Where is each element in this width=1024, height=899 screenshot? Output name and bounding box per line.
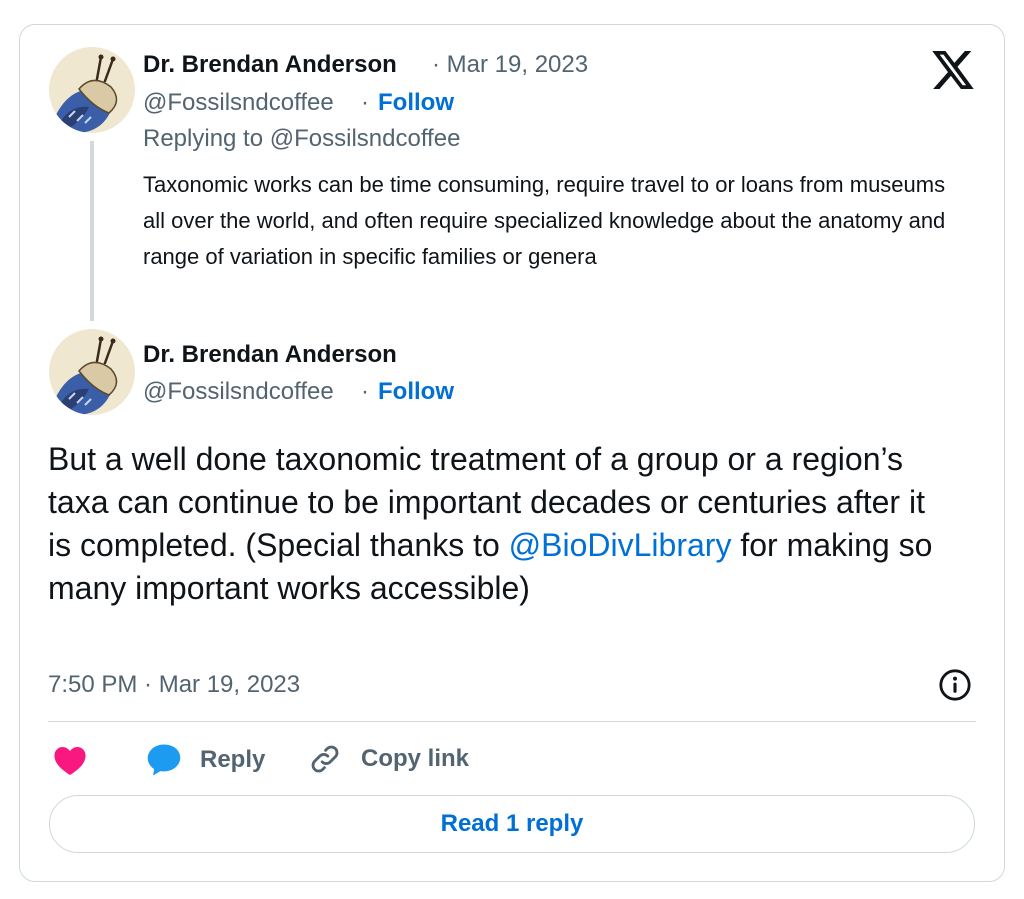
reply-bubble-icon [147, 744, 181, 776]
handle-separator: · [361, 89, 369, 116]
author-name[interactable]: Dr. Brendan Anderson [143, 341, 397, 369]
divider [48, 721, 976, 722]
handle-separator: · [361, 378, 369, 405]
reply-label: Reply [200, 746, 266, 773]
tweet-date[interactable]: · Mar 19, 2023 [432, 51, 588, 79]
like-button[interactable] [53, 744, 87, 776]
read-replies-button[interactable]: Read 1 reply [49, 795, 975, 853]
avatar[interactable] [49, 329, 135, 415]
tweet-timestamp[interactable]: 7:50 PM · Mar 19, 2023 [48, 671, 300, 699]
link-icon [311, 745, 339, 773]
heart-icon [54, 746, 86, 776]
author-handle[interactable]: @Fossilsndcoffee [143, 89, 334, 117]
reply-tweet-text: Taxonomic works can be time consuming, r… [143, 172, 946, 269]
avatar[interactable] [49, 47, 135, 133]
copy-link-label: Copy link [361, 745, 470, 772]
author-handle[interactable]: @Fossilsndcoffee [143, 378, 334, 406]
x-logo-icon[interactable] [932, 51, 974, 89]
info-icon[interactable] [938, 668, 972, 702]
thread-line [90, 141, 94, 321]
follow-button[interactable]: Follow [378, 89, 454, 117]
follow-button[interactable]: Follow [378, 378, 454, 406]
read-replies-label: Read 1 reply [440, 810, 584, 837]
author-name[interactable]: Dr. Brendan Anderson [143, 51, 397, 79]
replying-to[interactable]: Replying to @Fossilsndcoffee [143, 125, 460, 153]
main-tweet-text: But a well done taxonomic treatment of a… [48, 438, 948, 610]
reply-button[interactable]: Reply [146, 743, 265, 777]
mention-link[interactable]: @BioDivLibrary [509, 527, 732, 563]
copy-link-button[interactable]: Copy link [308, 742, 469, 776]
